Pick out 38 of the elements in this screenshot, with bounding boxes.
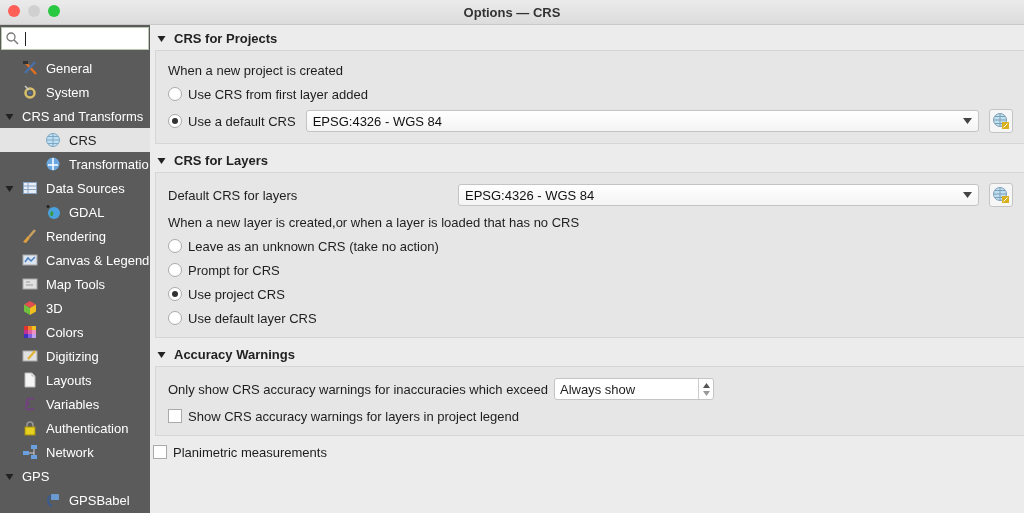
sidebar-item[interactable]: Digitizing [0,344,150,368]
radio-label: Use project CRS [188,286,285,302]
radio-label: Prompt for CRS [188,262,280,278]
section-title: CRS for Projects [174,30,278,46]
radio-label: Leave as an unknown CRS (take no action) [188,238,439,254]
sidebar-item[interactable]: CRS [0,128,150,152]
sidebar-item[interactable]: Rendering [0,224,150,248]
sidebar-item[interactable]: GDAL [0,200,150,224]
field-label: Only show CRS accuracy warnings for inaccuracies which exceed [168,381,549,397]
radio-label: Use a default CRS [188,113,296,129]
section-title: CRS for Layers [174,152,268,168]
crs-dropdown[interactable]: EPSG:4326 - WGS 84 [458,184,979,206]
sidebar-item[interactable]: Canvas & Legend [0,248,150,272]
sidebar-item[interactable]: GPSBabel [0,488,150,512]
radio-label: Use default layer CRS [188,310,317,326]
sidebar-item[interactable]: Colors [0,320,150,344]
sidebar-item[interactable]: System [0,80,150,104]
description-text: When a new project is created [168,62,343,78]
field-label: Default CRS for layers [168,187,299,203]
sidebar-item[interactable]: General [0,56,150,80]
sidebar-item[interactable]: GPS [0,464,150,488]
sidebar-item[interactable]: Data Sources [0,176,150,200]
checkbox-label: Show CRS accuracy warnings for layers in project legend [188,408,519,424]
sidebar-item[interactable]: 3D [0,296,150,320]
window-title: Options — CRS [463,4,561,20]
sidebar-item[interactable]: CRS and Transforms [0,104,150,128]
spin-box[interactable]: Always show [554,378,715,400]
sidebar-item[interactable]: Authentication [0,416,150,440]
sidebar-item[interactable]: Transformatio [0,152,150,176]
sidebar-item[interactable]: Layouts [0,368,150,392]
description-text: When a new layer is created,or when a layer is loaded that has no CRS [168,214,580,230]
crs-dropdown[interactable]: EPSG:4326 - WGS 84 [305,110,979,132]
radio-label: Use CRS from first layer added [188,86,368,102]
sidebar-item[interactable]: Map Tools [0,272,150,296]
checkbox-label: Planimetric measurements [173,444,327,460]
section-title: Accuracy Warnings [174,346,295,362]
sidebar-item[interactable]: Variables [0,392,150,416]
sidebar-item[interactable]: Network [0,440,150,464]
